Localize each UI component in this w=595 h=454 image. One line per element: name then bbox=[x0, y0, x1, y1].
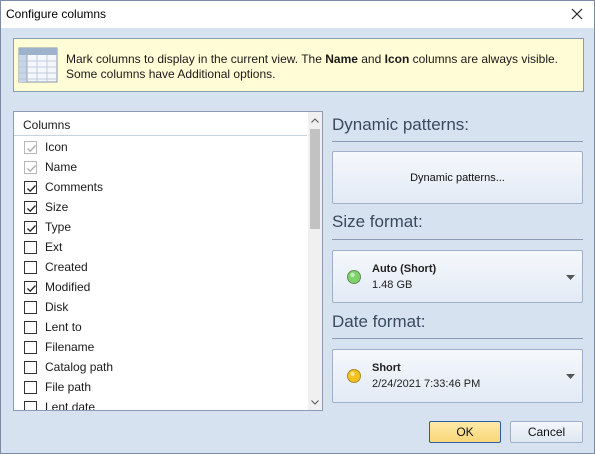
column-item[interactable]: Filename bbox=[14, 337, 307, 357]
checkmark-icon bbox=[27, 165, 36, 173]
column-item[interactable]: Type bbox=[14, 217, 307, 237]
date-format-value: Short bbox=[372, 362, 401, 374]
name-keyword: Name bbox=[325, 52, 358, 66]
checkmark-icon bbox=[27, 285, 36, 293]
column-item-label: Icon bbox=[45, 140, 68, 154]
column-item[interactable]: Modified bbox=[14, 277, 307, 297]
status-dot-icon bbox=[347, 270, 361, 284]
column-item-label: Filename bbox=[45, 340, 95, 354]
column-checkbox[interactable] bbox=[24, 261, 37, 274]
column-item-label: Name bbox=[45, 160, 78, 174]
column-checkbox[interactable] bbox=[24, 361, 37, 374]
column-item: Icon bbox=[14, 137, 307, 157]
close-icon bbox=[571, 8, 583, 20]
column-checkbox[interactable] bbox=[24, 281, 37, 294]
checkmark-icon bbox=[27, 205, 36, 213]
date-format-title: Date format: bbox=[332, 312, 426, 331]
chevron-up-icon bbox=[311, 117, 319, 123]
column-item-label: Comments bbox=[45, 180, 104, 194]
size-format-value: Auto (Short) bbox=[372, 263, 437, 275]
dropdown-arrow-icon bbox=[566, 374, 575, 379]
column-item[interactable]: Catalog path bbox=[14, 357, 307, 377]
size-format-example: 1.48 GB bbox=[372, 279, 413, 291]
scroll-down-button[interactable] bbox=[308, 394, 322, 410]
section-divider bbox=[332, 338, 583, 339]
configure-columns-dialog: Configure columns Mark columns to displa… bbox=[0, 0, 595, 454]
column-checkbox[interactable] bbox=[24, 201, 37, 214]
section-divider bbox=[332, 239, 583, 240]
checkmark-icon bbox=[27, 185, 36, 193]
window-title: Configure columns bbox=[6, 7, 107, 21]
dynamic-patterns-title: Dynamic patterns: bbox=[332, 115, 469, 134]
scroll-up-button[interactable] bbox=[308, 112, 322, 128]
checkmark-icon bbox=[27, 225, 36, 233]
dynamic-patterns-button-label: Dynamic patterns... bbox=[410, 172, 505, 184]
ok-button[interactable]: OK bbox=[429, 421, 501, 443]
column-item[interactable]: Ext bbox=[14, 237, 307, 257]
column-item[interactable]: Created bbox=[14, 257, 307, 277]
column-item-label: Lent date bbox=[45, 400, 96, 411]
column-checkbox[interactable] bbox=[24, 301, 37, 314]
column-item[interactable]: Disk bbox=[14, 297, 307, 317]
column-item-label: Created bbox=[45, 260, 88, 274]
column-item-label: Disk bbox=[45, 300, 69, 314]
column-checkbox bbox=[24, 161, 37, 174]
dropdown-arrow-icon bbox=[566, 275, 575, 280]
column-checkbox[interactable] bbox=[24, 221, 37, 234]
dynamic-patterns-button[interactable]: Dynamic patterns... bbox=[332, 151, 583, 204]
column-checkbox[interactable] bbox=[24, 381, 37, 394]
vertical-scrollbar[interactable] bbox=[308, 112, 322, 410]
column-checkbox[interactable] bbox=[24, 401, 37, 410]
column-item[interactable]: Comments bbox=[14, 177, 307, 197]
column-item-label: Type bbox=[45, 220, 72, 234]
column-item-label: Ext bbox=[45, 240, 63, 254]
columns-list-body: Icon Name Comments Size Type Ext Created Modifi… bbox=[14, 137, 307, 411]
date-format-example: 2/24/2021 7:33:46 PM bbox=[372, 378, 481, 390]
column-item[interactable]: Size bbox=[14, 197, 307, 217]
scroll-thumb[interactable] bbox=[310, 129, 320, 229]
section-divider bbox=[332, 141, 583, 142]
close-button[interactable] bbox=[564, 2, 590, 26]
table-grid-icon bbox=[18, 47, 58, 83]
column-checkbox[interactable] bbox=[24, 341, 37, 354]
title-bar: Configure columns bbox=[1, 1, 594, 28]
column-item-label: Modified bbox=[45, 280, 91, 294]
columns-list-header: Columns bbox=[14, 112, 307, 136]
column-checkbox[interactable] bbox=[24, 241, 37, 254]
column-item-label: Lent to bbox=[45, 320, 82, 334]
column-item[interactable]: File path bbox=[14, 377, 307, 397]
columns-list[interactable]: Columns Icon Name Comments Size Type Ext Creat… bbox=[13, 111, 323, 411]
date-format-dropdown[interactable]: Short 2/24/2021 7:33:46 PM bbox=[332, 349, 583, 403]
columns-header-label: Columns bbox=[23, 118, 71, 132]
checkmark-icon bbox=[27, 145, 36, 153]
column-item: Name bbox=[14, 157, 307, 177]
info-text: Mark columns to display in the current v… bbox=[66, 52, 559, 81]
column-item-label: Catalog path bbox=[45, 360, 114, 374]
cancel-button[interactable]: Cancel bbox=[510, 421, 583, 443]
column-checkbox[interactable] bbox=[24, 181, 37, 194]
column-item[interactable]: Lent to bbox=[14, 317, 307, 337]
column-item-label: File path bbox=[45, 380, 92, 394]
size-format-dropdown[interactable]: Auto (Short) 1.48 GB bbox=[332, 250, 583, 303]
column-item[interactable]: Lent date bbox=[14, 397, 307, 411]
info-banner: Mark columns to display in the current v… bbox=[13, 38, 584, 92]
icon-keyword: Icon bbox=[384, 52, 410, 66]
column-checkbox[interactable] bbox=[24, 321, 37, 334]
chevron-down-icon bbox=[311, 399, 319, 405]
column-checkbox bbox=[24, 141, 37, 154]
column-item-label: Size bbox=[45, 200, 69, 214]
size-format-title: Size format: bbox=[332, 212, 423, 231]
status-dot-icon bbox=[347, 369, 361, 383]
